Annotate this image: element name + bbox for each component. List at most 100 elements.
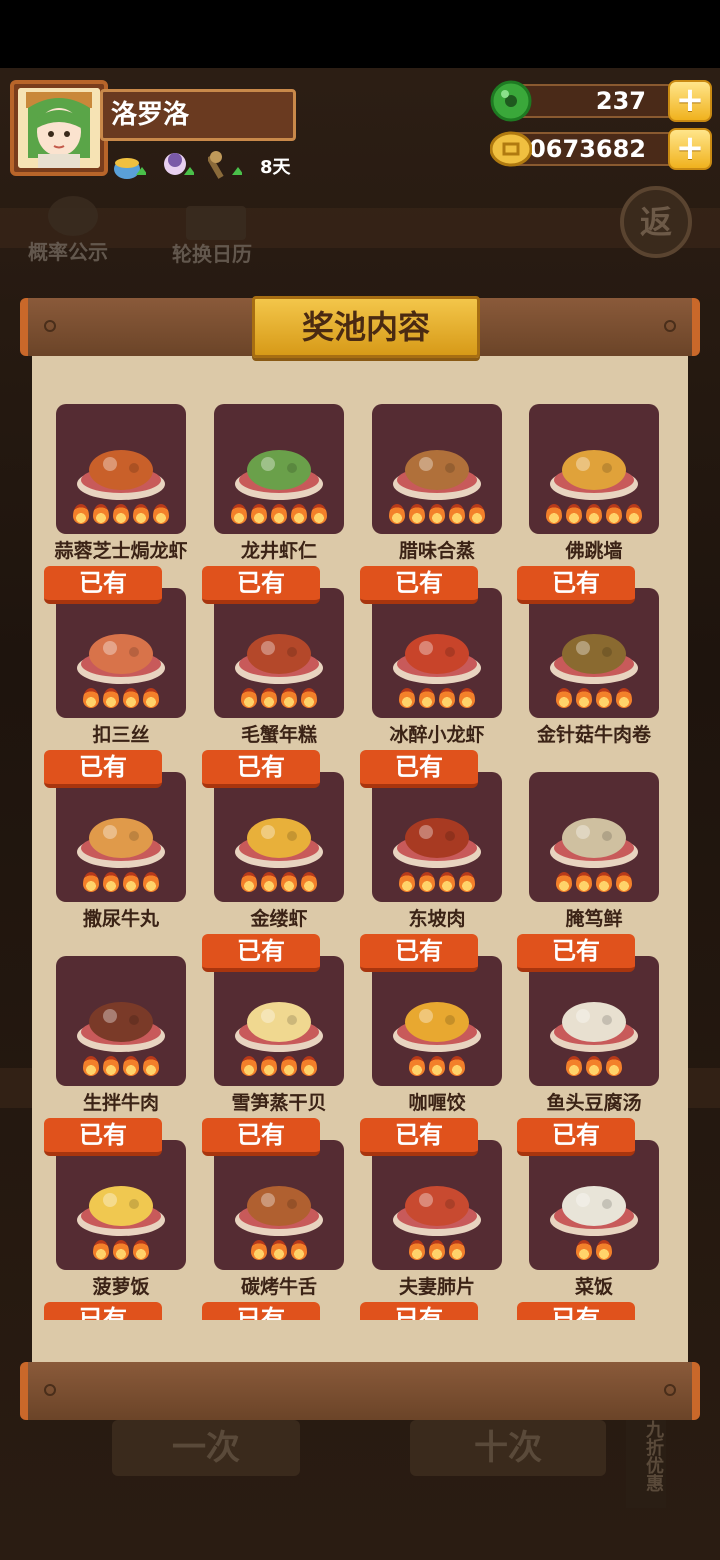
tool-buff-icon[interactable] [206,149,244,183]
calendar-button[interactable]: 轮换日历 [172,238,252,267]
draw-ten-button[interactable]: 十次 [410,1420,606,1476]
flame-icon [626,504,642,524]
rarity-flames [372,1240,502,1260]
flame-icon [616,872,632,892]
rarity-flames [529,1240,659,1260]
rarity-flames [214,1056,344,1076]
flame-icon [596,1240,612,1260]
flame-icon [419,688,435,708]
flame-icon [311,504,327,524]
dish-icon [547,618,641,688]
dish-icon [232,434,326,504]
flame-icon [429,1056,445,1076]
flame-icon [113,1240,129,1260]
flame-icon [389,504,405,524]
character-portrait-icon [18,88,100,168]
flame-icon [576,688,592,708]
add-coin-button[interactable]: + [668,128,712,170]
dish-name: 龙井虾仁 [240,540,317,562]
flame-icon [281,872,297,892]
rarity-flames [372,1056,502,1076]
flame-icon [429,1240,445,1260]
flame-icon [586,1056,602,1076]
dish-name: 撒尿牛丸 [82,908,159,930]
flame-icon [93,1240,109,1260]
dish-name: 腌笃鲜 [565,908,623,930]
flame-icon [251,504,267,524]
dish-icon [232,986,326,1056]
flame-icon [449,1240,465,1260]
nail-icon [664,320,676,332]
rarity-flames [372,872,502,892]
dish-name: 佛跳墙 [565,540,623,562]
owned-badge: 已有 [202,566,320,604]
flame-icon [596,872,612,892]
flame-icon [606,1056,622,1076]
flame-icon [301,1056,317,1076]
return-button[interactable]: 返 [620,186,692,258]
dish-name: 金针菇牛肉卷 [536,724,651,746]
flame-icon [449,1056,465,1076]
owned-badge: 已有 [202,1302,320,1320]
dish-name: 雪笋蒸干贝 [231,1092,327,1114]
owned-badge: 已有 [360,1118,478,1156]
flame-icon [419,872,435,892]
flame-icon [449,504,465,524]
flame-icon [566,1056,582,1076]
dish-grid: 蒜蓉芝士焗龙虾 龙井虾仁 腊味合蒸 佛跳墙 扣三丝 已有 毛蟹年糕 已有 冰醉小龙虾 已有 金针菇牛… [32,400,688,1320]
flame-icon [143,872,159,892]
flame-icon [556,872,572,892]
status-bar [0,0,720,68]
flame-icon [143,688,159,708]
flame-icon [459,688,475,708]
owned-badge: 已有 [360,566,478,604]
coin-icon [489,128,533,170]
owned-badge: 已有 [360,750,478,788]
flame-icon [291,1240,307,1260]
dish-icon [74,986,168,1056]
probability-button[interactable]: 概率公示 [28,236,108,265]
flame-icon [409,1056,425,1076]
flame-icon [576,872,592,892]
flame-icon [261,688,277,708]
flame-icon [281,1056,297,1076]
flame-icon [556,688,572,708]
flame-icon [83,1056,99,1076]
flame-icon [429,504,445,524]
player-stats: 8天 [112,148,291,184]
owned-badge: 已有 [44,1118,162,1156]
rarity-flames [214,1240,344,1260]
flame-icon [469,504,485,524]
dish-icon [74,1170,168,1240]
rarity-flames [56,688,186,708]
flame-icon [73,504,89,524]
dish-icon [547,434,641,504]
flame-icon [143,1056,159,1076]
flame-icon [271,504,287,524]
rarity-flames [56,1240,186,1260]
flame-icon [271,1240,287,1260]
flame-icon [616,688,632,708]
dish-icon [390,434,484,504]
helper-buff-icon[interactable] [160,149,196,183]
dish-icon [74,434,168,504]
flame-icon [153,504,169,524]
dish-name: 毛蟹年糕 [240,724,317,746]
flame-icon [409,1240,425,1260]
owned-badge: 已有 [360,1302,478,1320]
bowl-buff-icon[interactable] [112,149,148,183]
owned-badge: 已有 [44,566,162,604]
owned-badge: 已有 [202,750,320,788]
draw-once-button[interactable]: 一次 [112,1420,300,1476]
flame-icon [113,504,129,524]
dish-name: 生拌牛肉 [82,1092,159,1114]
avatar[interactable] [10,80,108,176]
rarity-flames [214,872,344,892]
flame-icon [399,872,415,892]
jade-currency: 237 + [490,80,712,122]
rarity-flames [56,1056,186,1076]
flame-icon [241,688,257,708]
rarity-flames [529,1056,659,1076]
add-jade-button[interactable]: + [668,80,712,122]
flame-icon [596,688,612,708]
